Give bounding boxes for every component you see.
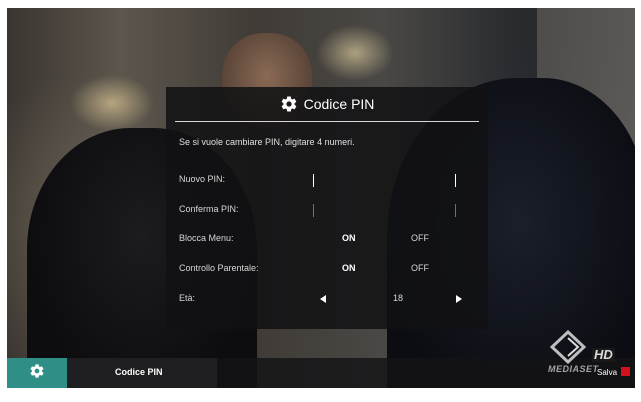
arrow-left-icon[interactable]: [320, 295, 326, 303]
age-label: Età:: [179, 293, 196, 303]
parental-on-option[interactable]: ON: [342, 263, 356, 273]
new-pin-label: Nuovo PIN:: [179, 174, 226, 184]
pin-dialog: Codice PIN Se si vuole cambiare PIN, dig…: [166, 87, 488, 329]
dialog-divider: [175, 121, 479, 122]
confirm-pin-field-start[interactable]: [313, 204, 314, 217]
new-pin-field-start[interactable]: [313, 174, 314, 187]
block-menu-label: Blocca Menu:: [179, 233, 234, 243]
mediaset-hd-logo: HD MEDIASET: [548, 329, 626, 378]
logo-text: MEDIASET: [548, 364, 599, 374]
hd-badge: HD: [592, 347, 615, 362]
block-menu-on-option[interactable]: ON: [342, 233, 356, 243]
confirm-pin-field-end: [455, 204, 456, 217]
row-block-menu[interactable]: Blocca Menu: ON OFF: [179, 233, 479, 247]
bottom-bar-settings-button[interactable]: [7, 358, 67, 388]
gear-icon: [280, 95, 298, 113]
row-confirm-pin[interactable]: Conferma PIN:: [179, 204, 479, 218]
block-menu-off-option[interactable]: OFF: [411, 233, 429, 243]
mediaset-diamond-icon: [549, 329, 587, 365]
arrow-right-icon[interactable]: [456, 295, 462, 303]
dialog-message: Se si vuole cambiare PIN, digitare 4 num…: [179, 137, 355, 147]
new-pin-field-end: [455, 174, 456, 187]
row-parental-control[interactable]: Controllo Parentale: ON OFF: [179, 263, 479, 277]
gear-icon: [29, 363, 45, 384]
age-value: 18: [393, 293, 404, 303]
dialog-header: Codice PIN: [166, 87, 488, 121]
dialog-title: Codice PIN: [303, 96, 375, 112]
row-age[interactable]: Età: 18: [179, 293, 479, 307]
bottom-bar: Codice PIN Salva: [7, 358, 635, 388]
confirm-pin-label: Conferma PIN:: [179, 204, 239, 214]
row-new-pin[interactable]: Nuovo PIN:: [179, 174, 479, 188]
bottom-bar-title: Codice PIN: [115, 367, 163, 377]
parental-off-option[interactable]: OFF: [411, 263, 429, 273]
parental-control-label: Controllo Parentale:: [179, 263, 259, 273]
